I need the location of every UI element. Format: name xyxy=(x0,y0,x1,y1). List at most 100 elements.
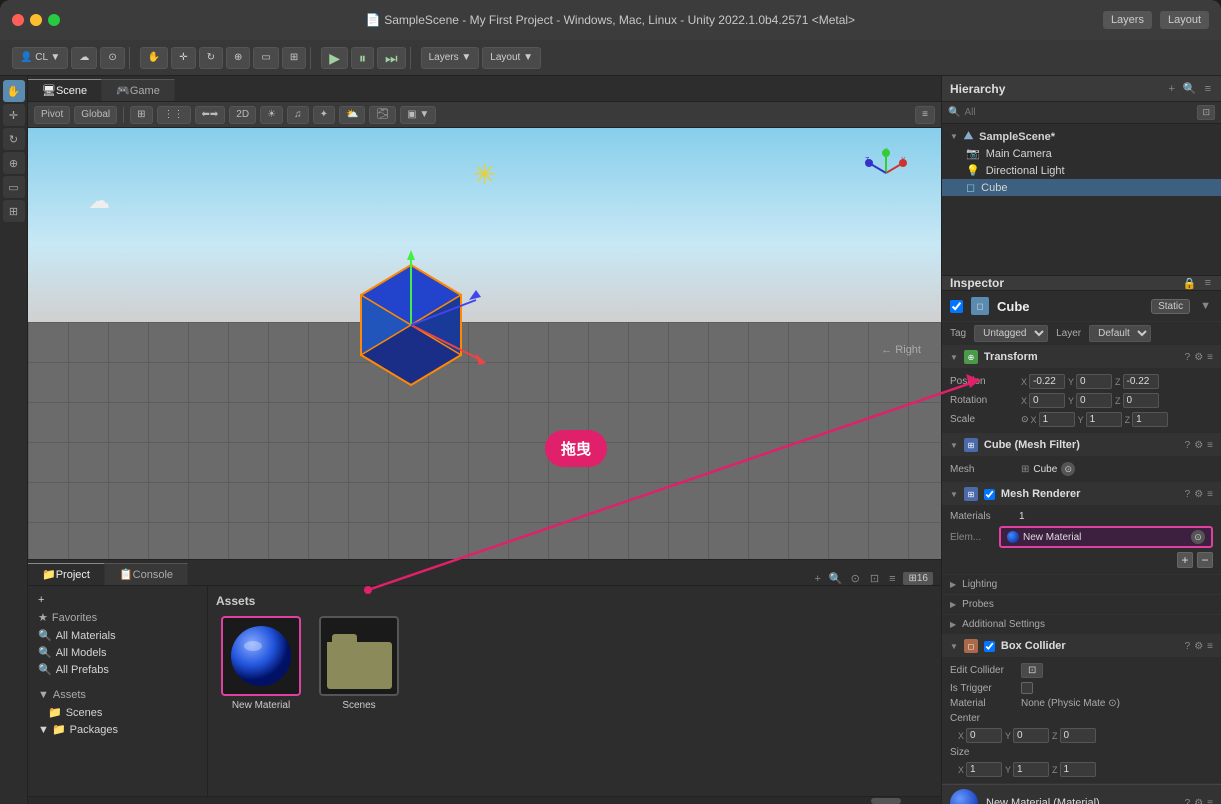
rotate-tool[interactable]: ↻ xyxy=(199,47,223,69)
rotate-tool-icon[interactable]: ↻ xyxy=(3,128,25,150)
nm-settings-btn[interactable]: ⚙ xyxy=(1194,798,1203,804)
hierarchy-search-input[interactable] xyxy=(964,107,1193,118)
hierarchy-search-btn[interactable]: 🔍 xyxy=(1181,82,1199,95)
project-lock-btn[interactable]: ⊡ xyxy=(868,572,881,585)
scenes-folder-asset[interactable]: Scenes xyxy=(314,616,404,711)
additional-settings-header[interactable]: ▶ Additional Settings xyxy=(942,615,1221,634)
account-button[interactable]: 👤 CL ▼ xyxy=(12,47,68,69)
mr-menu-btn[interactable]: ≡ xyxy=(1207,489,1213,500)
center-y-input[interactable] xyxy=(1013,728,1049,743)
remove-material-btn[interactable]: − xyxy=(1197,552,1213,568)
extra-tool-icon[interactable]: ⊞ xyxy=(3,200,25,222)
packages-item[interactable]: ▼ 📁 Packages xyxy=(34,721,201,738)
bc-settings-btn[interactable]: ⚙ xyxy=(1194,641,1203,652)
center-z-input[interactable] xyxy=(1060,728,1096,743)
cube-object[interactable] xyxy=(331,245,491,408)
new-material-thumb[interactable] xyxy=(221,616,301,696)
project-tab[interactable]: 📁 Project xyxy=(28,563,105,585)
snap-toggle[interactable]: ⋮⋮ xyxy=(157,106,191,124)
grid-toggle[interactable]: ⊞ xyxy=(130,106,152,124)
all-prefabs-item[interactable]: 🔍 All Prefabs xyxy=(34,661,201,678)
mr-settings-btn[interactable]: ⚙ xyxy=(1194,489,1203,500)
layout-button[interactable]: Layout xyxy=(1160,11,1209,29)
pos-x-input[interactable] xyxy=(1029,374,1065,389)
layer-select[interactable]: Default xyxy=(1089,325,1151,342)
rect-tool-icon[interactable]: ▭ xyxy=(3,176,25,198)
settings-button[interactable]: ⊙ xyxy=(100,47,124,69)
light-toggle[interactable]: ☀ xyxy=(260,106,283,124)
pos-z-input[interactable] xyxy=(1123,374,1159,389)
display-dropdown[interactable]: ▣ ▼ xyxy=(400,106,436,124)
size-x-input[interactable] xyxy=(966,762,1002,777)
move-tool[interactable]: ✛ xyxy=(171,47,195,69)
step-button[interactable]: ⏭ xyxy=(377,47,406,69)
material-field[interactable]: New Material ⊙ xyxy=(999,526,1213,548)
ruler-toggle[interactable]: ⬅➡ xyxy=(195,106,226,124)
mesh-filter-header[interactable]: ▼ ⊞ Cube (Mesh Filter) ? ⚙ ≡ xyxy=(942,434,1221,456)
mr-help-btn[interactable]: ? xyxy=(1185,489,1191,500)
project-add-btn[interactable]: + xyxy=(812,573,822,585)
project-scrollbar[interactable] xyxy=(28,796,941,804)
tag-select[interactable]: Untagged xyxy=(974,325,1048,342)
fog-toggle[interactable]: 🌫 xyxy=(369,106,396,124)
scale-tool[interactable]: ⊕ xyxy=(226,47,250,69)
game-tab[interactable]: 🎮 Game xyxy=(102,79,175,101)
bc-menu-btn[interactable]: ≡ xyxy=(1207,641,1213,652)
scene-tab[interactable]: 🖥 Scene xyxy=(28,79,102,101)
new-material-header[interactable]: New Material (Material) ? ⚙ ≡ xyxy=(942,784,1221,804)
hamburger-menu[interactable]: ≡ xyxy=(915,106,935,124)
fx-toggle[interactable]: ✦ xyxy=(313,106,335,124)
hierarchy-filter-btn[interactable]: ⊡ xyxy=(1197,105,1215,120)
mr-enable-checkbox[interactable] xyxy=(984,489,995,500)
center-x-input[interactable] xyxy=(966,728,1002,743)
rect-tool[interactable]: ▭ xyxy=(253,47,278,69)
scenes-folder-thumb[interactable] xyxy=(319,616,399,696)
skybox-toggle[interactable]: ⛅ xyxy=(339,106,365,124)
pos-y-input[interactable] xyxy=(1076,374,1112,389)
console-tab[interactable]: 📋 Console xyxy=(105,563,188,585)
viewport[interactable]: ✳ ☁ ← Right X Y xyxy=(28,128,941,559)
static-dropdown-btn[interactable]: ▼ xyxy=(1198,300,1213,312)
object-active-checkbox[interactable] xyxy=(950,300,963,313)
scale-y-input[interactable] xyxy=(1086,412,1122,427)
size-z-input[interactable] xyxy=(1060,762,1096,777)
transform-help-btn[interactable]: ? xyxy=(1185,352,1191,363)
global-button[interactable]: Global xyxy=(74,106,117,124)
2d-button[interactable]: 2D xyxy=(229,106,256,124)
hierarchy-cube[interactable]: ◻ Cube xyxy=(942,179,1221,196)
nm-menu-btn[interactable]: ≡ xyxy=(1207,798,1213,804)
rot-x-input[interactable] xyxy=(1029,393,1065,408)
play-button[interactable]: ▶ xyxy=(321,47,348,69)
layers-dropdown[interactable]: Layers ▼ xyxy=(421,47,480,69)
project-menu-btn[interactable]: ≡ xyxy=(887,573,897,585)
rot-z-input[interactable] xyxy=(1123,393,1159,408)
pause-button[interactable]: ⏸ xyxy=(351,47,374,69)
scale-z-input[interactable] xyxy=(1132,412,1168,427)
transform-settings-btn[interactable]: ⚙ xyxy=(1194,352,1203,363)
bc-enable-checkbox[interactable] xyxy=(984,641,995,652)
scale-x-input[interactable] xyxy=(1039,412,1075,427)
hierarchy-scene-item[interactable]: ▼ ⛰ SampleScene* xyxy=(942,128,1221,145)
edit-collider-btn[interactable]: ⊡ xyxy=(1021,663,1043,678)
transform-menu-btn[interactable]: ≡ xyxy=(1207,352,1213,363)
rot-y-input[interactable] xyxy=(1076,393,1112,408)
add-material-btn[interactable]: + xyxy=(1177,552,1193,568)
transform-header[interactable]: ▼ ⊕ Transform ? ⚙ ≡ xyxy=(942,346,1221,368)
mesh-renderer-header[interactable]: ▼ ⊞ Mesh Renderer ? ⚙ ≡ xyxy=(942,483,1221,505)
is-trigger-checkbox[interactable] xyxy=(1021,682,1033,694)
probes-header[interactable]: ▶ Probes xyxy=(942,595,1221,614)
scenes-item[interactable]: 📁 Scenes xyxy=(34,704,201,721)
add-item[interactable]: + xyxy=(34,592,201,608)
close-button[interactable] xyxy=(12,14,24,26)
bc-help-btn[interactable]: ? xyxy=(1185,641,1191,652)
material-select-btn[interactable]: ⊙ xyxy=(1191,530,1205,544)
inspector-lock-btn[interactable]: 🔒 xyxy=(1181,277,1199,290)
mf-menu-btn[interactable]: ≡ xyxy=(1207,440,1213,451)
mf-help-btn[interactable]: ? xyxy=(1185,440,1191,451)
project-settings-btn[interactable]: ⊙ xyxy=(849,572,862,585)
move-tool-icon[interactable]: ✛ xyxy=(3,104,25,126)
hand-tool[interactable]: ✋ xyxy=(140,47,168,69)
scale-tool-icon[interactable]: ⊕ xyxy=(3,152,25,174)
maximize-button[interactable] xyxy=(48,14,60,26)
all-materials-item[interactable]: 🔍 All Materials xyxy=(34,627,201,644)
